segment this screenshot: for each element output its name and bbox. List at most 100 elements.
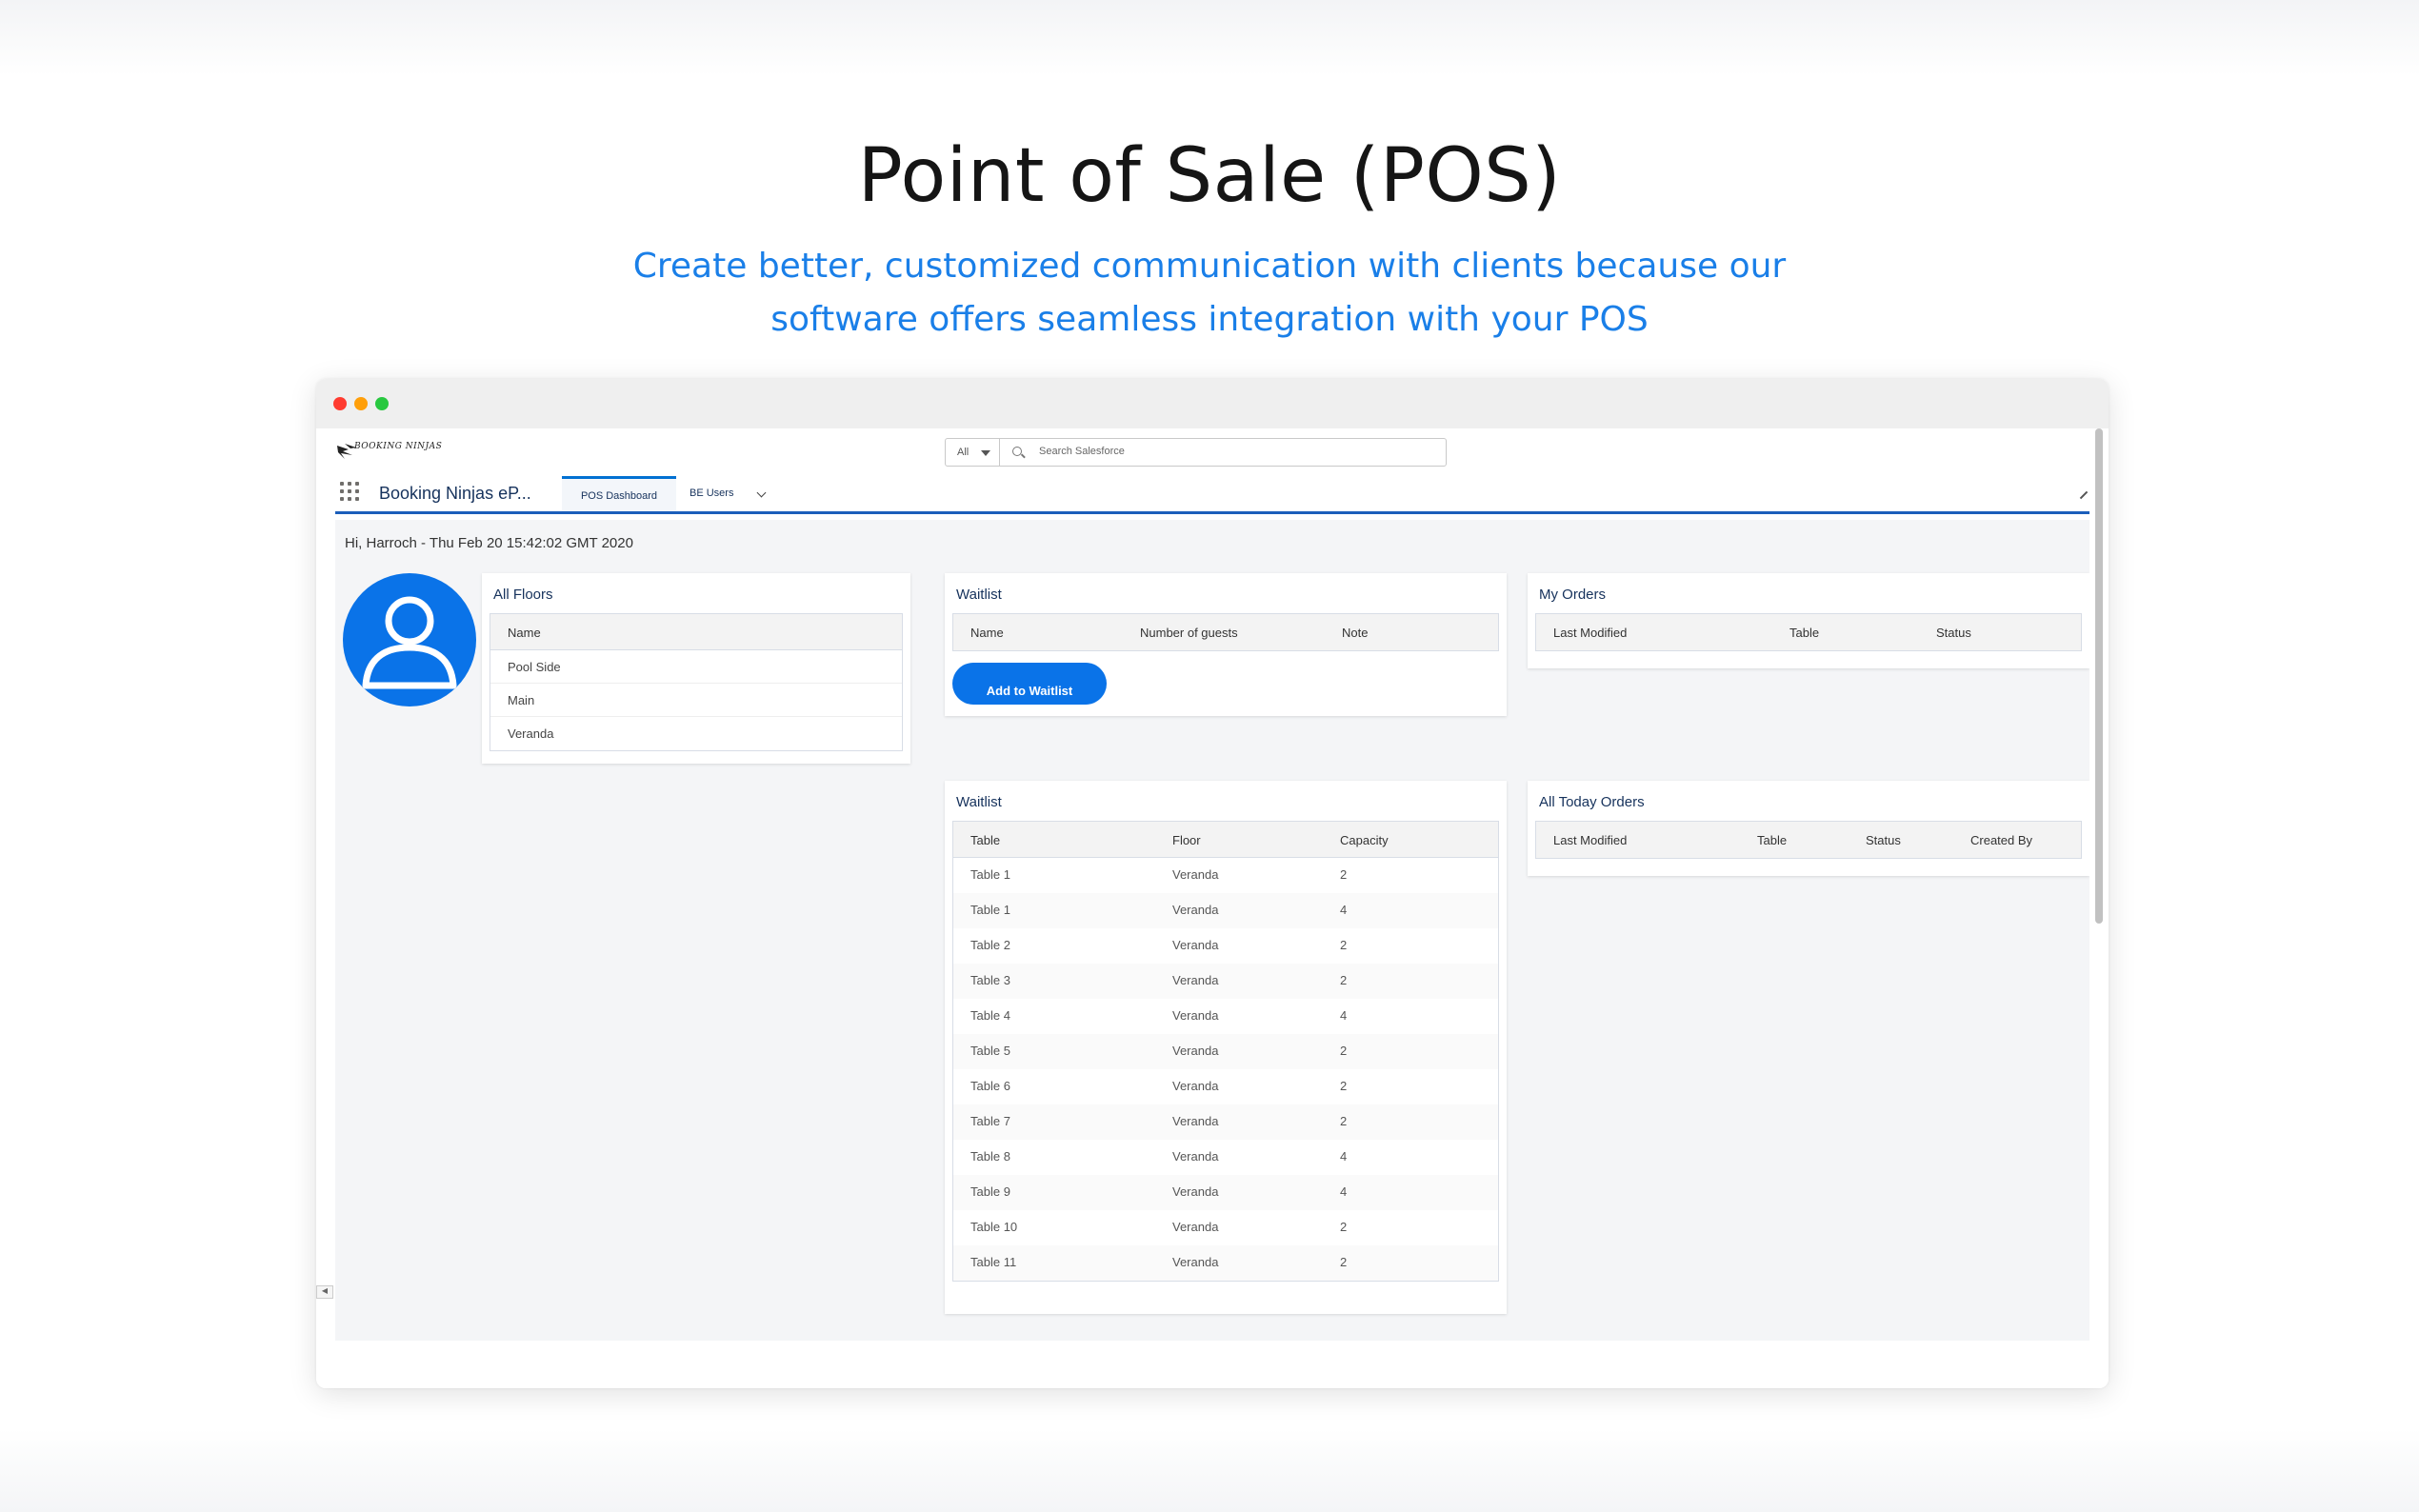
edit-nav-icon[interactable] xyxy=(2079,490,2089,500)
user-icon xyxy=(362,596,457,689)
table-cell-capacity: 2 xyxy=(1340,1220,1348,1234)
table-cell-floor: Veranda xyxy=(1172,1149,1219,1164)
table-row[interactable]: Table 5 Veranda 2 xyxy=(953,1034,1498,1069)
column-header-status[interactable]: Status xyxy=(1936,626,1971,640)
table-cell-table: Table 11 xyxy=(970,1255,1017,1269)
table-row[interactable]: Table 6 Veranda 2 xyxy=(953,1069,1498,1104)
greeting-text: Hi, Harroch - Thu Feb 20 15:42:02 GMT 20… xyxy=(345,535,633,551)
all-floors-title: All Floors xyxy=(493,587,553,603)
column-header-last-modified[interactable]: Last Modified xyxy=(1553,833,1627,847)
table-cell-table: Table 9 xyxy=(970,1184,1010,1199)
search-scope-value: All xyxy=(957,447,970,458)
table-row[interactable]: Table 1 Veranda 2 xyxy=(953,858,1498,893)
table-cell-floor: Veranda xyxy=(1172,1008,1219,1023)
my-orders-title: My Orders xyxy=(1539,587,1607,603)
table-header: Last Modified Table Status xyxy=(1536,614,2081,650)
column-header-name[interactable]: Name xyxy=(970,626,1004,640)
my-orders-card: My Orders Last Modified Table Status xyxy=(1528,573,2089,668)
search-scope-dropdown[interactable]: All xyxy=(945,438,1000,467)
table-row[interactable]: Table 4 Veranda 4 xyxy=(953,999,1498,1034)
table-cell-table: Table 5 xyxy=(970,1044,1010,1058)
table-cell-table: Table 4 xyxy=(970,1008,1010,1023)
page-background-bottom xyxy=(0,1428,2419,1512)
table-header: Table Floor Capacity xyxy=(953,822,1498,858)
table-cell-table: Table 7 xyxy=(970,1114,1010,1128)
column-header-last-modified[interactable]: Last Modified xyxy=(1553,626,1627,640)
table-cell-capacity: 2 xyxy=(1340,938,1348,952)
table-cell-table: Table 2 xyxy=(970,938,1010,952)
table-header: Name Number of guests Note xyxy=(953,614,1498,650)
hero-subtitle: Create better, customized communication … xyxy=(590,240,1829,347)
column-header-table[interactable]: Table xyxy=(1757,833,1787,847)
column-header-capacity[interactable]: Capacity xyxy=(1340,833,1389,847)
chevron-down-icon xyxy=(981,450,990,456)
all-floors-table: Name Pool Side Main Veranda xyxy=(490,613,903,751)
table-header: Last Modified Table Status Created By xyxy=(1536,822,2081,858)
column-header-created-by[interactable]: Created By xyxy=(1970,833,2032,847)
table-cell-table: Table 3 xyxy=(970,973,1010,987)
all-today-orders-table: Last Modified Table Status Created By xyxy=(1535,821,2082,859)
window-footer xyxy=(316,1341,2109,1388)
table-row[interactable]: Table 1 Veranda 4 xyxy=(953,893,1498,928)
minimize-window-button[interactable] xyxy=(354,397,368,410)
column-header-note[interactable]: Note xyxy=(1342,626,1368,640)
table-cell-capacity: 4 xyxy=(1340,903,1348,917)
tab-pos-dashboard[interactable]: POS Dashboard xyxy=(562,476,676,512)
table-cell-capacity: 2 xyxy=(1340,1044,1348,1058)
browser-window: BOOKING NINJAS All Booking Ninjas eP... … xyxy=(316,379,2109,1388)
vertical-scrollbar[interactable] xyxy=(2089,428,2109,1388)
chevron-down-icon[interactable] xyxy=(756,487,767,498)
table-row[interactable]: Table 11 Veranda 2 xyxy=(953,1245,1498,1281)
column-header-name[interactable]: Name xyxy=(508,626,541,640)
table-cell-table: Table 1 xyxy=(970,903,1010,917)
scroll-left-button[interactable]: ◀ xyxy=(316,1285,333,1299)
table-cell-floor: Veranda xyxy=(1172,867,1219,882)
column-header-floor[interactable]: Floor xyxy=(1172,833,1201,847)
close-window-button[interactable] xyxy=(333,397,347,410)
scrollbar-thumb[interactable] xyxy=(2095,428,2103,924)
hero-title: Point of Sale (POS) xyxy=(857,133,1562,219)
column-header-table[interactable]: Table xyxy=(1789,626,1819,640)
all-today-orders-card: All Today Orders Last Modified Table Sta… xyxy=(1528,781,2089,876)
floor-row[interactable]: Veranda xyxy=(490,717,902,750)
table-cell-table: Table 8 xyxy=(970,1149,1010,1164)
table-cell-capacity: 4 xyxy=(1340,1008,1348,1023)
table-row[interactable]: Table 3 Veranda 2 xyxy=(953,964,1498,999)
page-background-top xyxy=(0,0,2419,76)
table-row[interactable]: Table 9 Veranda 4 xyxy=(953,1175,1498,1210)
search-input[interactable] xyxy=(1039,446,1420,457)
app-launcher-icon[interactable] xyxy=(340,482,359,501)
search-icon xyxy=(1012,447,1022,456)
table-cell-table: Table 6 xyxy=(970,1079,1010,1093)
hero-subtitle-line-1: Create better, customized communication … xyxy=(632,247,1787,286)
table-cell-capacity: 2 xyxy=(1340,1114,1348,1128)
column-header-status[interactable]: Status xyxy=(1866,833,1901,847)
column-header-guests[interactable]: Number of guests xyxy=(1140,626,1238,640)
maximize-window-button[interactable] xyxy=(375,397,389,410)
floor-row[interactable]: Pool Side xyxy=(490,650,902,684)
all-today-orders-title: All Today Orders xyxy=(1539,794,1645,810)
table-header: Name xyxy=(490,614,902,650)
table-row[interactable]: Table 7 Veranda 2 xyxy=(953,1104,1498,1140)
app-name: Booking Ninjas eP... xyxy=(379,484,531,503)
table-row[interactable]: Table 8 Veranda 4 xyxy=(953,1140,1498,1175)
hero-subtitle-line-2: software offers seamless integration wit… xyxy=(770,300,1649,339)
table-cell-floor: Veranda xyxy=(1172,1184,1219,1199)
column-header-table[interactable]: Table xyxy=(970,833,1000,847)
floor-row[interactable]: Main xyxy=(490,684,902,717)
logo-text: BOOKING NINJAS xyxy=(354,442,443,451)
table-cell-capacity: 2 xyxy=(1340,973,1348,987)
table-cell-floor: Veranda xyxy=(1172,1044,1219,1058)
table-cell-capacity: 4 xyxy=(1340,1184,1348,1199)
pos-dashboard: Hi, Harroch - Thu Feb 20 15:42:02 GMT 20… xyxy=(335,520,2089,1341)
table-cell-capacity: 2 xyxy=(1340,1079,1348,1093)
all-floors-card: All Floors Name Pool Side Main Veranda xyxy=(482,573,910,764)
add-to-waitlist-button[interactable]: Add to Waitlist xyxy=(952,663,1107,705)
table-cell-capacity: 2 xyxy=(1340,867,1348,882)
tab-be-users[interactable]: BE Users xyxy=(688,476,773,512)
table-row[interactable]: Table 10 Veranda 2 xyxy=(953,1210,1498,1245)
global-search[interactable] xyxy=(999,438,1447,467)
floor-name: Main xyxy=(508,693,535,707)
table-row[interactable]: Table 2 Veranda 2 xyxy=(953,928,1498,964)
table-cell-floor: Veranda xyxy=(1172,938,1219,952)
